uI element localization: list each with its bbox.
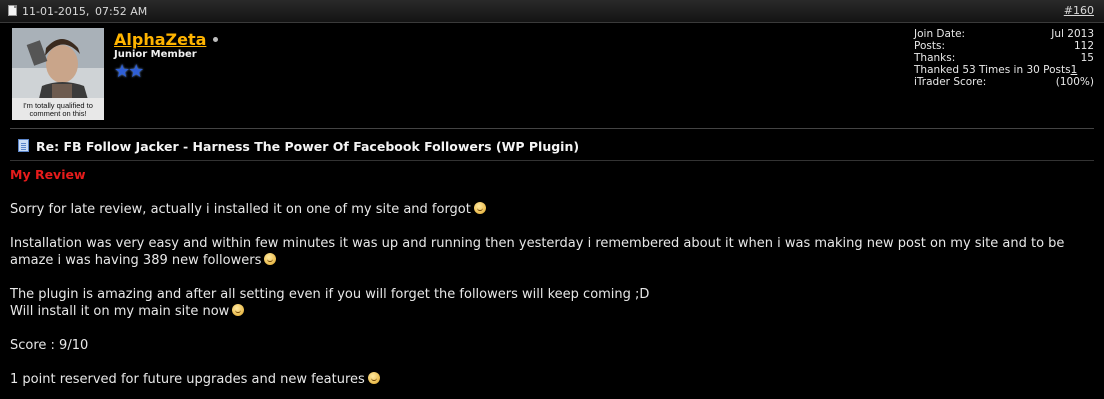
stat-thanked: Thanked 53 Times in 30 Posts1 (914, 64, 1094, 76)
document-icon (8, 5, 17, 16)
online-status-icon (213, 37, 218, 42)
avatar[interactable]: I'm totally qualified to comment on this… (12, 28, 104, 120)
post-title-text: Re: FB Follow Jacker - Harness The Power… (36, 139, 580, 154)
post-number-link[interactable]: #160 (1064, 4, 1094, 17)
post-time: 07:52 AM (95, 5, 148, 18)
smile-icon (473, 202, 486, 214)
post-paragraph-5: 1 point reserved for future upgrades and… (10, 371, 1090, 388)
post-title: Re: FB Follow Jacker - Harness The Power… (18, 139, 579, 154)
post-header: 11-01-2015, 07:52 AM #160 (0, 0, 1104, 23)
stat-label: Posts: (914, 40, 945, 52)
smile-icon (367, 372, 380, 384)
review-heading: My Review (10, 167, 86, 182)
stat-value: Jul 2013 (1051, 28, 1094, 40)
post-paragraph-3: The plugin is amazing and after all sett… (10, 286, 1090, 320)
paragraph-text: The plugin is amazing and after all sett… (10, 287, 650, 302)
paragraph-text: amaze i was having 389 new followers (10, 253, 262, 268)
avatar-caption: I'm totally qualified to comment on this… (23, 101, 93, 118)
thanked-text: Thanked 53 Times in 30 Posts1 (914, 64, 1077, 76)
user-title: Junior Member (114, 49, 197, 60)
stat-label: Thanks: (914, 52, 956, 64)
post-score: Score : 9/10 (10, 337, 1090, 354)
paragraph-text: Score : 9/10 (10, 338, 89, 353)
divider (10, 128, 1094, 129)
post-paragraph-1: Sorry for late review, actually i instal… (10, 201, 1090, 218)
stat-value: 112 (1073, 40, 1094, 52)
divider (10, 160, 1094, 161)
star-icon: ★ (128, 61, 145, 82)
paragraph-text: Sorry for late review, actually i instal… (10, 202, 471, 217)
smile-icon (264, 253, 277, 265)
stat-value: (100%) (1055, 76, 1094, 88)
stat-label: Join Date: (914, 28, 966, 40)
stat-value: 15 (1080, 52, 1094, 64)
reputation-stars: ★★ (114, 61, 145, 82)
stat-posts: Posts: 112 (914, 40, 1094, 52)
post-date: 11-01-2015, (22, 5, 90, 18)
stat-itrader: iTrader Score: (100%) (914, 76, 1094, 88)
thanked-label: Thanked 53 Times in 30 Posts (914, 64, 1071, 76)
post-paragraph-2: Installation was very easy and within fe… (10, 235, 1090, 269)
stat-thanks: Thanks: 15 (914, 52, 1094, 64)
thanked-posts-link[interactable]: 1 (1071, 64, 1078, 76)
stat-label: iTrader Score: (914, 76, 987, 88)
paragraph-text: Will install it on my main site now (10, 304, 230, 319)
forum-post: 11-01-2015, 07:52 AM #160 I'm totally qu… (0, 0, 1104, 399)
smile-icon (232, 304, 245, 316)
user-stats: Join Date: Jul 2013 Posts: 112 Thanks: 1… (914, 28, 1094, 88)
stat-join-date: Join Date: Jul 2013 (914, 28, 1094, 40)
paragraph-text: Installation was very easy and within fe… (10, 236, 1065, 251)
username-link[interactable]: AlphaZeta (114, 30, 206, 49)
paragraph-text: 1 point reserved for future upgrades and… (10, 372, 365, 387)
